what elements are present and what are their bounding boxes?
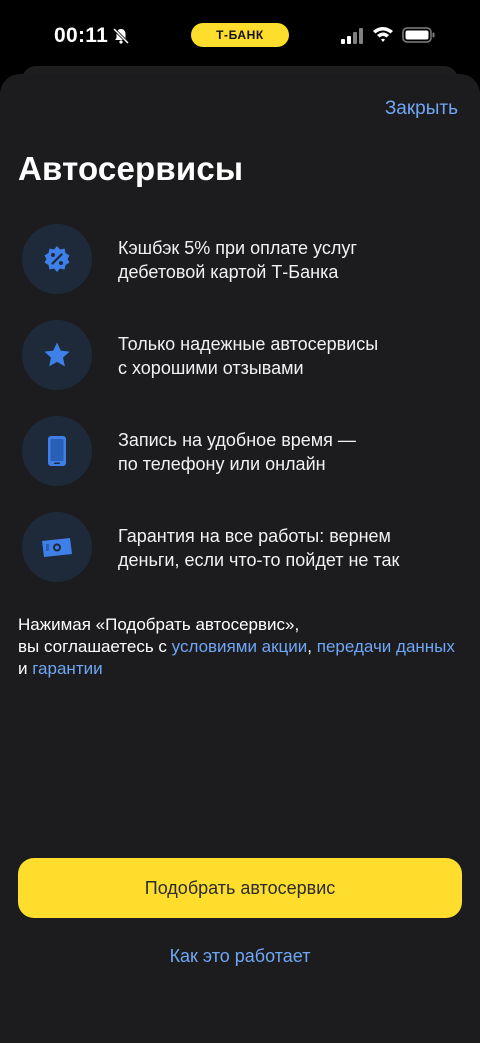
cashback-percent-badge-icon <box>22 224 92 294</box>
warranty-link[interactable]: гарантии <box>32 659 102 678</box>
page-title: Автосервисы <box>18 150 244 187</box>
bell-slash-icon <box>112 27 130 45</box>
status-time: 00:11 <box>54 24 109 47</box>
feature-text-line: деньги, если что-то пойдет не так <box>118 550 400 570</box>
feature-text-line: Запись на удобное время — <box>118 430 356 450</box>
star-icon <box>22 320 92 390</box>
terms-text: и <box>18 659 33 678</box>
feature-text-line: Только надежные автосервисы <box>118 334 379 354</box>
feature-text-line: с хорошими отзывами <box>118 358 304 378</box>
terms-prefix: Нажимая «Подобрать автосервис», <box>18 615 300 634</box>
phone-icon <box>22 416 92 486</box>
feature-text-line: по телефону или онлайн <box>118 454 326 474</box>
feature-text-line: дебетовой картой Т-Банка <box>118 262 339 282</box>
status-bar: 00:11 Т-БАНК <box>0 0 480 70</box>
banknote-icon <box>22 512 92 582</box>
feature-text-line: Гарантия на все работы: вернем <box>118 526 391 546</box>
find-autoservice-button[interactable]: Подобрать автосервис <box>18 858 462 918</box>
bottom-sheet: Закрыть Автосервисы Кэшбэк 5% при оплате… <box>0 74 480 1043</box>
how-it-works-link[interactable]: Как это работает <box>0 946 480 967</box>
promo-conditions-link[interactable]: условиями акции <box>172 637 308 656</box>
terms-agreement-text: Нажимая «Подобрать автосервис», вы согла… <box>18 614 462 680</box>
bank-brand-badge: Т-БАНК <box>191 23 289 47</box>
wifi-icon <box>373 27 393 42</box>
terms-line: вы соглашаетесь с условиями акции, перед… <box>18 636 462 680</box>
feature-item-warranty: Гарантия на все работы: вернем деньги, е… <box>0 512 480 592</box>
feature-item-booking: Запись на удобное время — по телефону ил… <box>0 416 480 496</box>
feature-item-cashback: Кэшбэк 5% при оплате услуг дебетовой кар… <box>0 224 480 304</box>
battery-icon <box>402 27 435 43</box>
terms-text: , <box>307 637 317 656</box>
feature-text-line: Кэшбэк 5% при оплате услуг <box>118 238 357 258</box>
data-transfer-link[interactable]: передачи данных <box>317 637 455 656</box>
close-button[interactable]: Закрыть <box>385 98 458 120</box>
cellular-signal-icon <box>341 28 363 44</box>
feature-item-reliable: Только надежные автосервисы с хорошими о… <box>0 320 480 400</box>
terms-text: вы соглашаетесь с <box>18 637 172 656</box>
